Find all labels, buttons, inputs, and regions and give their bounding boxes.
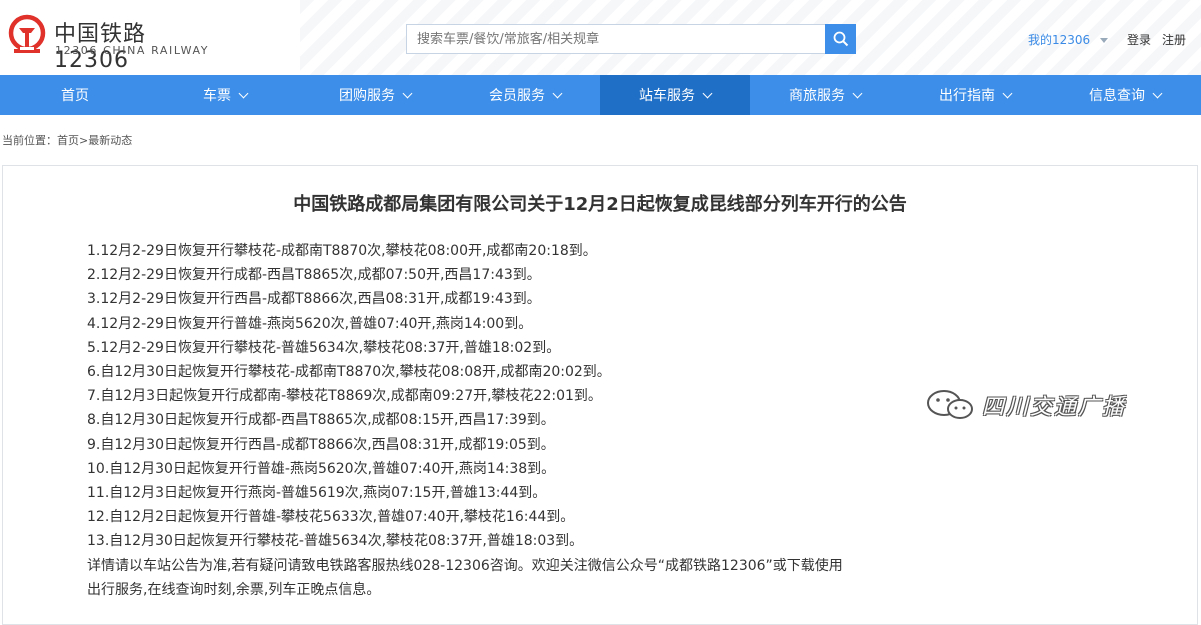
watermark: 四川交通广播 <box>924 388 1164 424</box>
main-nav: 首页 车票 团购服务 会员服务 站车服务 商旅服务 出行指南 信息查询 <box>0 75 1201 115</box>
breadcrumb-separator: > <box>79 134 89 147</box>
article-line: 6.自12月30日起恢复开行攀枝花-成都南T8870次,攀枝花08:08开,成都… <box>87 364 611 381</box>
article-line: 9.自12月30日起恢复开行西昌-成都T8866次,西昌08:31开,成都19:… <box>87 436 555 453</box>
article-line: 2.12月2-29日恢复开行成都-西昌T8865次,成都07:50开,西昌17:… <box>87 267 541 284</box>
breadcrumb-current-link[interactable]: 最新动态 <box>88 134 132 147</box>
article-line: 1.12月2-29日恢复开行攀枝花-成都南T8870次,攀枝花08:00开,成都… <box>87 243 597 259</box>
register-link[interactable]: 注册 <box>1162 31 1186 48</box>
article-line: 12.自12月2日起恢复开行普雄-攀枝花5633次,普雄07:40开,攀枝花16… <box>87 509 575 526</box>
wechat-icon <box>927 390 973 419</box>
nav-item-home[interactable]: 首页 <box>0 75 150 115</box>
nav-item-label: 出行指南 <box>939 88 995 104</box>
chevron-down-icon <box>238 88 249 98</box>
chevron-down-icon <box>852 88 863 98</box>
nav-item-business-travel[interactable]: 商旅服务 <box>750 75 900 115</box>
search-button[interactable] <box>825 24 856 54</box>
article-line: 出行服务,在线查询时刻,余票,列车正晚点信息。 <box>87 581 381 598</box>
search-icon <box>833 31 848 47</box>
chevron-down-icon <box>1100 38 1109 43</box>
article-line: 3.12月2-29日恢复开行西昌-成都T8866次,西昌08:31开,成都19:… <box>87 291 541 308</box>
breadcrumb-prefix: 当前位置： <box>2 134 57 147</box>
article-line: 8.自12月30日起恢复开行成都-西昌T8865次,成都08:15开,西昌17:… <box>87 412 555 429</box>
nav-item-label: 信息查询 <box>1089 88 1145 104</box>
nav-item-label: 商旅服务 <box>789 88 845 104</box>
site-header: 中国铁路12306 12306 CHINA RAILWAY 我的12306 登录… <box>0 0 1201 75</box>
article-line: 13.自12月30日起恢复开行攀枝花-普雄5634次,攀枝花08:37开,普雄1… <box>87 533 584 550</box>
nav-item-travel-guide[interactable]: 出行指南 <box>900 75 1050 115</box>
nav-item-group-purchase[interactable]: 团购服务 <box>300 75 450 115</box>
breadcrumb: 当前位置：首页>最新动态 <box>2 132 132 148</box>
nav-item-info-query[interactable]: 信息查询 <box>1050 75 1200 115</box>
nav-item-station-service[interactable]: 站车服务 <box>600 75 750 115</box>
breadcrumb-home-link[interactable]: 首页 <box>57 134 79 147</box>
nav-item-label: 团购服务 <box>339 88 395 104</box>
chevron-down-icon <box>1002 88 1013 98</box>
login-link[interactable]: 登录 <box>1127 31 1151 48</box>
article-line: 详情请以车站公告为准,若有疑问请致电铁路客服热线028-12306咨询。欢迎关注… <box>87 557 843 574</box>
chevron-down-icon <box>1152 88 1163 98</box>
chevron-down-icon <box>552 88 563 98</box>
nav-item-membership[interactable]: 会员服务 <box>450 75 600 115</box>
logo-subtitle: 12306 CHINA RAILWAY <box>55 44 210 57</box>
article-line: 11.自12月3日起恢复开行燕岗-普雄5619次,燕岗07:15开,普雄13:4… <box>87 485 547 502</box>
nav-item-tickets[interactable]: 车票 <box>150 75 300 115</box>
article-line: 7.自12月3日起恢复开行成都南-攀枝花T8869次,成都南09:27开,攀枝花… <box>87 388 602 405</box>
nav-item-label: 站车服务 <box>639 88 695 104</box>
article-line: 5.12月2-29日恢复开行攀枝花-普雄5634次,攀枝花08:37开,普雄18… <box>87 339 561 356</box>
article-line: 4.12月2-29日恢复开行普雄-燕岗5620次,普雄07:40开,燕岗14:0… <box>87 315 533 332</box>
nav-item-label: 车票 <box>203 88 231 104</box>
chevron-down-icon <box>702 88 713 98</box>
nav-item-label: 会员服务 <box>489 88 545 104</box>
site-logo[interactable]: 中国铁路12306 12306 CHINA RAILWAY <box>6 10 216 73</box>
article-title: 中国铁路成都局集团有限公司关于12月2日起恢复成昆线部分列车开行的公告 <box>293 194 907 215</box>
chevron-down-icon <box>402 88 413 98</box>
watermark-text: 四川交通广播 <box>982 395 1127 420</box>
article-line: 10.自12月30日起恢复开行普雄-燕岗5620次,普雄07:40开,燕岗14:… <box>87 460 556 477</box>
my12306-link[interactable]: 我的12306 <box>1028 31 1109 48</box>
railway-logo-icon <box>8 14 46 53</box>
my12306-label: 我的12306 <box>1028 33 1091 47</box>
nav-item-label: 首页 <box>61 88 89 104</box>
search-bar <box>406 24 856 54</box>
article-body: 1.12月2-29日恢复开行攀枝花-成都南T8870次,攀枝花08:00开,成都… <box>87 239 843 602</box>
search-input[interactable] <box>406 24 834 54</box>
